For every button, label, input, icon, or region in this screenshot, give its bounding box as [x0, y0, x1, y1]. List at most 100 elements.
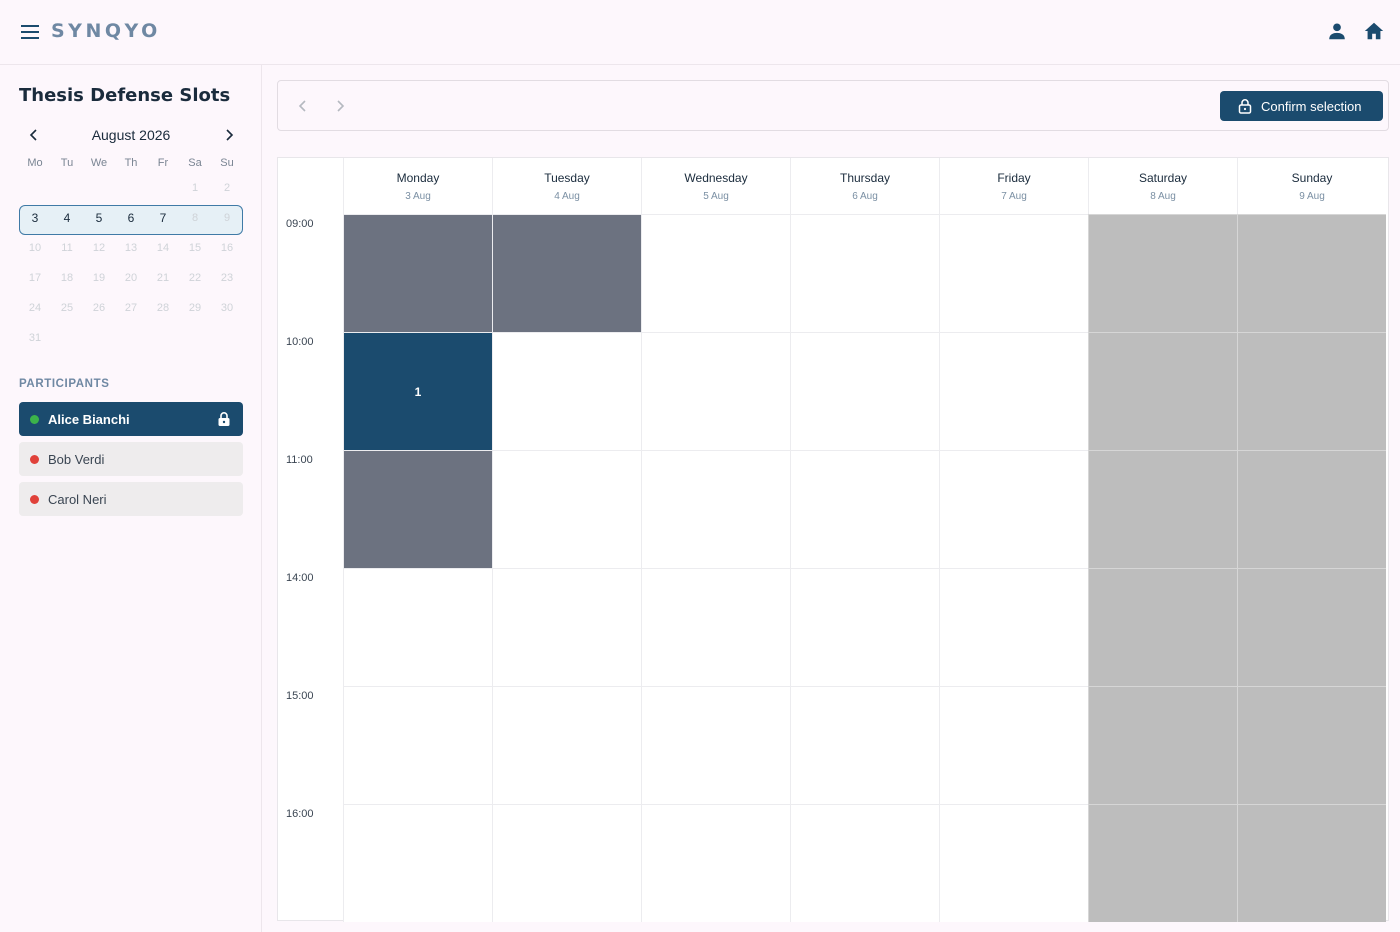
- time-slot[interactable]: [492, 450, 641, 568]
- calendar-day[interactable]: 25: [51, 302, 83, 314]
- user-icon[interactable]: [1326, 20, 1348, 42]
- calendar-day[interactable]: 3: [19, 211, 51, 225]
- time-slot[interactable]: [939, 804, 1088, 922]
- calendar-day[interactable]: 16: [211, 242, 243, 254]
- time-slot[interactable]: [790, 804, 939, 922]
- day-date: 6 Aug: [852, 191, 878, 202]
- busy-time-slot[interactable]: [343, 450, 492, 568]
- calendar-day[interactable]: 10: [19, 242, 51, 254]
- participant-item[interactable]: Alice Bianchi: [19, 402, 243, 436]
- calendar-day[interactable]: 17: [19, 272, 51, 284]
- calendar-day[interactable]: 13: [115, 242, 147, 254]
- page-title: Thesis Defense Slots: [19, 85, 231, 106]
- calendar-day[interactable]: 21: [147, 272, 179, 284]
- chevron-right-icon[interactable]: [330, 96, 350, 116]
- day-name: Wednesday: [684, 171, 748, 185]
- calendar-day[interactable]: 31: [19, 332, 51, 344]
- time-slot[interactable]: [492, 686, 641, 804]
- participant-name: Alice Bianchi: [48, 412, 130, 427]
- schedule-toolbar: Confirm selection: [277, 80, 1389, 131]
- day-date: 4 Aug: [554, 191, 580, 202]
- unavailable-time-slot: [1088, 686, 1237, 804]
- calendar-day[interactable]: 29: [179, 302, 211, 314]
- time-slot[interactable]: [641, 332, 790, 450]
- time-label: 09:00: [286, 218, 314, 230]
- day-header: Friday 7 Aug: [939, 158, 1088, 215]
- app-brand: SYNQYO: [51, 20, 161, 42]
- calendar-day[interactable]: 15: [179, 242, 211, 254]
- calendar-day[interactable]: 12: [83, 242, 115, 254]
- calendar-day[interactable]: 7: [147, 211, 179, 225]
- time-slot[interactable]: [790, 450, 939, 568]
- calendar-week-row: 24 25 26 27 28 29 30: [19, 293, 243, 323]
- home-icon[interactable]: [1363, 20, 1385, 42]
- time-slot[interactable]: [492, 568, 641, 686]
- calendar-day[interactable]: 4: [51, 211, 83, 225]
- calendar-day[interactable]: 6: [115, 211, 147, 225]
- unavailable-time-slot: [1088, 450, 1237, 568]
- time-slot[interactable]: [939, 450, 1088, 568]
- calendar-day[interactable]: 9: [211, 212, 243, 224]
- time-slot[interactable]: [343, 568, 492, 686]
- calendar-day[interactable]: 22: [179, 272, 211, 284]
- selected-time-slot[interactable]: 1: [343, 332, 492, 450]
- time-label: 10:00: [286, 336, 314, 348]
- time-slot[interactable]: [641, 568, 790, 686]
- calendar-day[interactable]: 23: [211, 272, 243, 284]
- day-name: Sunday: [1291, 171, 1333, 185]
- time-slot[interactable]: [790, 332, 939, 450]
- time-slot[interactable]: [343, 804, 492, 922]
- unavailable-time-slot: [1237, 568, 1386, 686]
- participant-item[interactable]: Bob Verdi: [19, 442, 243, 476]
- chevron-left-icon[interactable]: [293, 96, 313, 116]
- chevron-right-icon[interactable]: [219, 125, 241, 145]
- calendar-day[interactable]: 14: [147, 242, 179, 254]
- busy-time-slot[interactable]: [343, 214, 492, 332]
- calendar-day[interactable]: 18: [51, 272, 83, 284]
- calendar-day[interactable]: 30: [211, 302, 243, 314]
- time-slot[interactable]: [492, 804, 641, 922]
- day-date: 8 Aug: [1150, 191, 1176, 202]
- calendar-day[interactable]: 26: [83, 302, 115, 314]
- time-slot[interactable]: [939, 214, 1088, 332]
- calendar-day[interactable]: 2: [211, 182, 243, 194]
- time-slot[interactable]: [939, 568, 1088, 686]
- unavailable-time-slot: [1237, 332, 1386, 450]
- mini-calendar-header: August 2026: [19, 125, 243, 145]
- weekday-label: Su: [220, 157, 234, 169]
- calendar-day[interactable]: 1: [179, 182, 211, 194]
- time-slot[interactable]: [790, 214, 939, 332]
- calendar-day[interactable]: 11: [51, 242, 83, 254]
- time-slot[interactable]: [790, 568, 939, 686]
- time-slot[interactable]: [790, 686, 939, 804]
- confirm-button-label: Confirm selection: [1261, 99, 1362, 114]
- time-slot[interactable]: [939, 686, 1088, 804]
- weekday-label: Tu: [60, 157, 74, 169]
- weekday-label: We: [90, 157, 108, 169]
- calendar-day[interactable]: 28: [147, 302, 179, 314]
- menu-icon[interactable]: [21, 25, 39, 39]
- participant-item[interactable]: Carol Neri: [19, 482, 243, 516]
- status-dot: [30, 455, 39, 464]
- calendar-day[interactable]: 20: [115, 272, 147, 284]
- time-slot[interactable]: [641, 686, 790, 804]
- time-slot[interactable]: [641, 450, 790, 568]
- calendar-week-row: 17 18 19 20 21 22 23: [19, 263, 243, 293]
- time-slot[interactable]: [641, 804, 790, 922]
- calendar-day[interactable]: 24: [19, 302, 51, 314]
- time-label: 15:00: [286, 690, 314, 702]
- slot-count-label: 1: [414, 384, 422, 399]
- calendar-day[interactable]: 19: [83, 272, 115, 284]
- time-slot[interactable]: [343, 686, 492, 804]
- unavailable-time-slot: [1088, 568, 1237, 686]
- calendar-day[interactable]: 8: [179, 212, 211, 224]
- confirm-selection-button[interactable]: Confirm selection: [1220, 91, 1383, 121]
- busy-time-slot[interactable]: [492, 214, 641, 332]
- time-slot[interactable]: [641, 214, 790, 332]
- calendar-week-row: 3456789: [19, 203, 243, 233]
- time-slot[interactable]: [939, 332, 1088, 450]
- time-slot[interactable]: [492, 332, 641, 450]
- day-name: Tuesday: [544, 171, 590, 185]
- calendar-day[interactable]: 27: [115, 302, 147, 314]
- calendar-day[interactable]: 5: [83, 211, 115, 225]
